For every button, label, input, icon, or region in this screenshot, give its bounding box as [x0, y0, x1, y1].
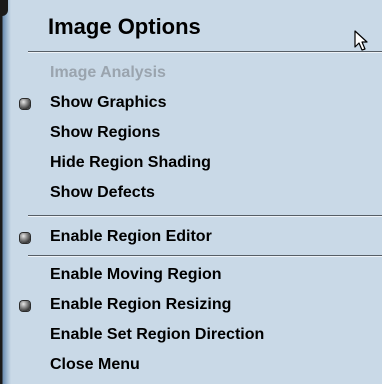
image-options-menu: Image Options Image Analysis Show Graphi…: [0, 0, 382, 384]
menu-item-label: Enable Set Region Direction: [50, 326, 265, 343]
menu-item-enable-moving-region[interactable]: Enable Moving Region: [0, 260, 382, 290]
menu-item-label: Enable Region Editor: [50, 228, 212, 245]
menu-item-label: Close Menu: [50, 356, 140, 373]
menu-item-close-menu[interactable]: Close Menu: [0, 350, 382, 380]
menu-item-show-regions[interactable]: Show Regions: [0, 118, 382, 148]
menu-item-label: Show Graphics: [50, 94, 167, 111]
menu-item-hide-region-shading[interactable]: Hide Region Shading: [0, 148, 382, 178]
menu-item-enable-set-region-direction[interactable]: Enable Set Region Direction: [0, 320, 382, 350]
menu-header: Image Options: [0, 0, 382, 51]
menu-item-label: Hide Region Shading: [50, 154, 211, 171]
menu-item-show-graphics[interactable]: Show Graphics: [0, 88, 382, 118]
menu-title: Image Options: [48, 14, 201, 39]
menu-item-label: Show Defects: [50, 184, 155, 201]
menu-item-label: Show Regions: [50, 124, 161, 141]
menu-item-enable-region-editor[interactable]: Enable Region Editor: [0, 222, 382, 252]
menu-item-label: Image Analysis: [50, 64, 166, 81]
check-bullet-icon: [20, 233, 30, 243]
check-bullet-icon: [20, 301, 30, 311]
menu-item-image-analysis: Image Analysis: [0, 58, 382, 88]
arrow-cursor-icon: [354, 30, 368, 51]
menu-item-label: Enable Moving Region: [50, 266, 222, 283]
menu-divider-lower: [28, 255, 382, 257]
menu-item-label: Enable Region Resizing: [50, 296, 232, 313]
menu-item-enable-region-resizing[interactable]: Enable Region Resizing: [0, 290, 382, 320]
menu-divider-top: [28, 51, 382, 53]
menu-item-show-defects[interactable]: Show Defects: [0, 178, 382, 208]
menu-divider-middle: [28, 215, 382, 217]
check-bullet-icon: [20, 99, 30, 109]
